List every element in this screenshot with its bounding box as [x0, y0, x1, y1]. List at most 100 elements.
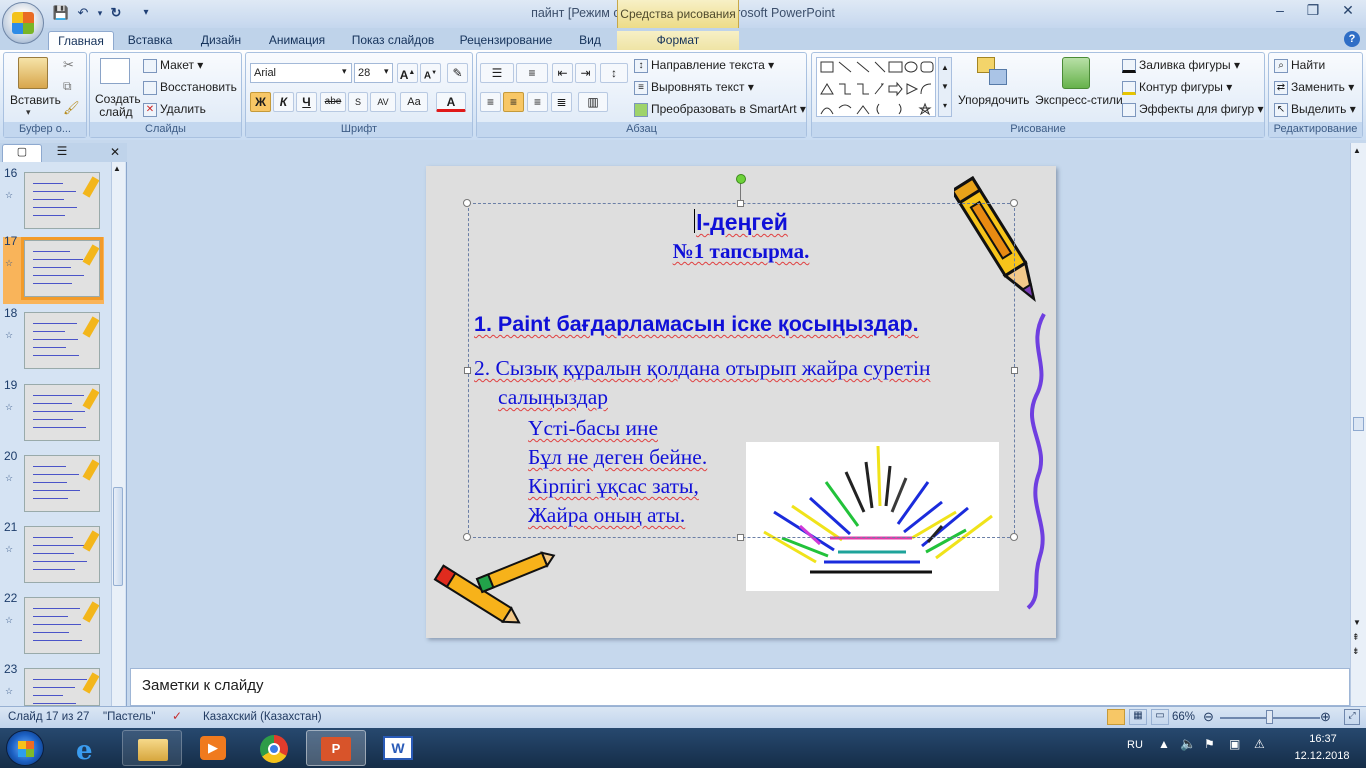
arrange-icon[interactable]	[977, 57, 1009, 89]
shrink-font-icon[interactable]: A▼	[420, 63, 441, 83]
font-family-input[interactable]: Arial	[250, 63, 352, 83]
slide-thumbnail[interactable]	[24, 312, 100, 369]
justify-icon[interactable]: ≣	[551, 92, 572, 112]
select-button[interactable]: ↖ Выделить ▾	[1274, 102, 1356, 117]
minimize-button[interactable]: –	[1269, 2, 1291, 22]
find-button[interactable]: ⌕ Найти	[1274, 58, 1325, 73]
arrange-button[interactable]: Упорядочить	[958, 93, 1029, 107]
slide-item-1[interactable]: 1. Paint бағдарламасын іске қосыңыздар.	[474, 312, 919, 337]
slide-poem[interactable]: Үсті-басы ине Бұл не деген бейне. Кірпіг…	[528, 414, 707, 530]
volume-icon[interactable]: 🔈	[1180, 736, 1196, 752]
cut-icon[interactable]: ✂	[63, 57, 74, 73]
underline-button[interactable]: Ч	[296, 92, 317, 112]
next-slide-icon[interactable]: ⇟	[1352, 646, 1360, 657]
taskbar-explorer[interactable]	[122, 730, 182, 766]
scroll-down-icon[interactable]: ▼	[1353, 618, 1361, 627]
decrease-indent-icon[interactable]: ⇤	[552, 63, 573, 83]
zoom-out-icon[interactable]: ⊖	[1203, 709, 1214, 725]
close-button[interactable]: ✕	[1337, 2, 1359, 22]
shape-fill-button[interactable]: Заливка фигуры ▾	[1122, 58, 1240, 73]
clear-format-icon[interactable]: ✎	[447, 63, 468, 83]
font-size-dropdown-icon[interactable]: ▾	[384, 66, 389, 77]
slide-thumbnail[interactable]	[24, 455, 100, 512]
resize-handle[interactable]	[463, 199, 471, 207]
quick-styles-button[interactable]: Экспресс-стили	[1035, 93, 1123, 107]
grow-font-icon[interactable]: A▲	[397, 63, 418, 83]
tab-animation[interactable]: Анимация	[261, 31, 333, 50]
slide-item-2-cont[interactable]: салыңыздар	[498, 385, 608, 410]
slide-thumbnail[interactable]	[24, 526, 100, 583]
input-language[interactable]: RU	[1127, 739, 1143, 751]
italic-button[interactable]: К	[273, 92, 294, 112]
normal-view-icon[interactable]	[1107, 709, 1125, 725]
tab-view[interactable]: Вид	[572, 31, 608, 50]
shadow-button[interactable]: S	[348, 92, 368, 112]
slide-item-2[interactable]: 2. Сызық құралын қолдана отырып жайра су…	[474, 356, 930, 381]
slide-task-title[interactable]: №1 тапсырма.	[606, 239, 876, 264]
outline-tab-icon[interactable]: ☰	[44, 144, 80, 162]
flag-icon[interactable]: ⚑	[1204, 737, 1215, 751]
slides-tab-icon[interactable]: ▢	[2, 144, 42, 162]
text-direction-button[interactable]: ↕ Направление текста ▾	[634, 58, 774, 73]
tab-insert[interactable]: Вставка	[121, 31, 179, 50]
taskbar-powerpoint[interactable]: P	[306, 730, 366, 766]
maximize-button[interactable]: ❐	[1302, 2, 1324, 22]
resize-handle[interactable]	[464, 367, 471, 374]
numbering-icon[interactable]: ≡	[516, 63, 548, 83]
format-painter-icon[interactable]: 🖌	[63, 100, 80, 116]
taskbar-word[interactable]: W	[369, 730, 429, 766]
align-center-icon[interactable]: ≡	[503, 92, 524, 112]
increase-indent-icon[interactable]: ⇥	[575, 63, 596, 83]
scroll-up-icon[interactable]: ▲	[113, 164, 121, 173]
thumbnails-scrollbar[interactable]	[111, 162, 125, 706]
columns-icon[interactable]: ▥	[578, 92, 608, 112]
char-spacing-button[interactable]: AV	[370, 92, 396, 112]
zoom-level[interactable]: 66%	[1172, 711, 1195, 723]
resize-handle[interactable]	[1010, 199, 1018, 207]
paste-button[interactable]: Вставить	[10, 93, 61, 107]
slideshow-view-icon[interactable]: ▭	[1151, 709, 1169, 725]
delete-slide-button[interactable]: ✕ Удалить	[143, 102, 206, 117]
taskbar-chrome[interactable]	[245, 730, 305, 766]
reset-button[interactable]: Восстановить	[143, 80, 237, 95]
network-icon[interactable]: ▣	[1229, 737, 1240, 751]
line-spacing-icon[interactable]: ↕	[600, 63, 628, 83]
slide-thumbnail[interactable]	[24, 597, 100, 654]
quick-styles-icon[interactable]	[1062, 57, 1090, 89]
fit-to-window-icon[interactable]: ⤢	[1344, 709, 1360, 725]
thumbnails-scroll-thumb[interactable]	[113, 487, 123, 586]
warning-icon[interactable]: ⚠	[1254, 737, 1265, 751]
theme-name[interactable]: "Пастель"	[103, 711, 155, 723]
sorter-view-icon[interactable]: ▦	[1129, 709, 1147, 725]
close-pane-icon[interactable]: ✕	[110, 145, 120, 159]
slide-scrollbar[interactable]: ▲ ▼ ⇞ ⇟	[1350, 143, 1366, 706]
align-text-button[interactable]: ≡ Выровнять текст ▾	[634, 80, 754, 95]
bullets-icon[interactable]: ☰	[480, 63, 514, 83]
taskbar-media[interactable]: ▶	[184, 730, 244, 766]
resize-handle[interactable]	[737, 534, 744, 541]
change-case-button[interactable]: Aa	[400, 92, 428, 112]
font-color-button[interactable]: A	[436, 92, 466, 112]
copy-icon[interactable]: ⧉	[63, 79, 72, 94]
align-right-icon[interactable]: ≡	[527, 92, 548, 112]
paste-dropdown-icon[interactable]: ▾	[26, 107, 31, 118]
new-slide-icon[interactable]	[100, 58, 130, 84]
strikethrough-button[interactable]: abe	[320, 92, 346, 112]
resize-handle[interactable]	[737, 200, 744, 207]
scroll-up-icon[interactable]: ▲	[1353, 146, 1361, 155]
office-button[interactable]	[2, 2, 44, 44]
clock-time[interactable]: 16:37	[1293, 733, 1353, 745]
slide-thumbnail[interactable]	[24, 172, 100, 229]
language-indicator[interactable]: Казахский (Казахстан)	[203, 711, 322, 723]
shape-effects-button[interactable]: Эффекты для фигур ▾	[1122, 102, 1264, 117]
slide-canvas[interactable]: I-деңгей №1 тапсырма. 1. Paint бағдарлам…	[426, 166, 1056, 638]
tab-format[interactable]: Формат	[617, 31, 739, 50]
clock-date[interactable]: 12.12.2018	[1286, 750, 1358, 762]
slide-scroll-thumb[interactable]	[1353, 417, 1364, 431]
notes-pane[interactable]: Заметки к слайду	[130, 668, 1350, 706]
zoom-in-icon[interactable]: ⊕	[1320, 709, 1331, 725]
resize-handle[interactable]	[1011, 367, 1018, 374]
taskbar-ie[interactable]: e	[60, 730, 120, 766]
shape-outline-button[interactable]: Контур фигуры ▾	[1122, 80, 1232, 95]
slide-level-title[interactable]: I-деңгей	[626, 209, 856, 236]
